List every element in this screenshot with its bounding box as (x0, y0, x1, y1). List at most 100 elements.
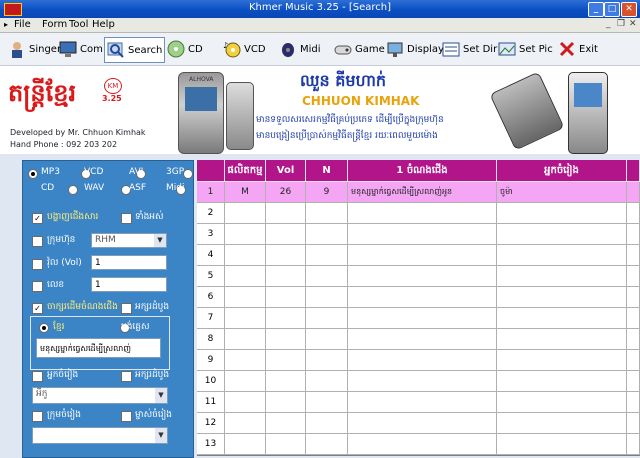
singer-first-checkbox[interactable] (121, 371, 132, 382)
row-number[interactable]: 7 (197, 308, 225, 329)
singer-select[interactable]: អីកូ ▼ (32, 387, 168, 404)
table-cell-singer[interactable] (497, 224, 627, 245)
table-cell-n[interactable] (306, 371, 348, 392)
table-cell-prod[interactable] (225, 308, 266, 329)
mdi-minimize-icon[interactable]: _ (606, 19, 611, 29)
vol-checkbox[interactable] (32, 259, 43, 270)
chevron-down-icon[interactable]: ▼ (154, 234, 166, 247)
table-cell-singer[interactable] (497, 329, 627, 350)
table-cell-singer[interactable] (497, 245, 627, 266)
game-button[interactable]: Game (332, 37, 387, 61)
table-cell-prod[interactable]: M (225, 182, 266, 203)
table-cell-vol[interactable]: 26 (266, 182, 306, 203)
table-cell-vol[interactable] (266, 329, 306, 350)
close-icon[interactable]: ✕ (621, 2, 637, 17)
table-cell-n[interactable] (306, 203, 348, 224)
table-cell-n[interactable] (306, 224, 348, 245)
vol-input[interactable]: 1 (91, 255, 167, 270)
table-cell-title[interactable] (348, 203, 497, 224)
menu-tool[interactable]: Tool (69, 19, 88, 30)
format-radio-cd[interactable] (68, 185, 78, 195)
search-button[interactable]: Search (104, 37, 166, 63)
vcd-button[interactable]: ♪ VCD (221, 37, 268, 61)
table-cell-singer[interactable] (497, 371, 627, 392)
khmer-radio[interactable] (39, 323, 49, 333)
table-cell-singer[interactable] (497, 308, 627, 329)
singer-button[interactable]: Singer (6, 37, 63, 61)
menu-form[interactable]: Form (42, 19, 67, 30)
table-cell-vol[interactable] (266, 392, 306, 413)
row-number[interactable]: 2 (197, 203, 225, 224)
show-all-checkbox[interactable] (121, 213, 132, 224)
table-cell-title[interactable] (348, 434, 497, 455)
table-cell-prod[interactable] (225, 392, 266, 413)
table-cell-prod[interactable] (225, 413, 266, 434)
table-cell-title[interactable] (348, 308, 497, 329)
table-cell-n[interactable] (306, 245, 348, 266)
table-cell-title[interactable] (348, 371, 497, 392)
group-checkbox[interactable] (32, 236, 43, 247)
exit-button[interactable]: Exit (556, 37, 600, 61)
table-cell-n[interactable] (306, 308, 348, 329)
table-cell-singer[interactable] (497, 392, 627, 413)
composer-checkbox[interactable] (32, 411, 43, 422)
column-header[interactable]: Vol (266, 160, 306, 182)
table-cell-prod[interactable] (225, 434, 266, 455)
table-cell-vol[interactable] (266, 266, 306, 287)
table-cell-vol[interactable] (266, 371, 306, 392)
column-header[interactable]: អ្នកចំរៀង (497, 160, 627, 182)
table-cell-vol[interactable] (266, 287, 306, 308)
row-number[interactable]: 10 (197, 371, 225, 392)
table-cell-singer[interactable] (497, 266, 627, 287)
row-number[interactable]: 9 (197, 350, 225, 371)
table-cell-prod[interactable] (225, 245, 266, 266)
number-input[interactable]: 1 (91, 277, 167, 292)
table-cell-vol[interactable] (266, 308, 306, 329)
format-radio-3gp[interactable] (183, 169, 193, 179)
row-number[interactable]: 8 (197, 329, 225, 350)
table-cell-n[interactable] (306, 434, 348, 455)
table-cell-prod[interactable] (225, 266, 266, 287)
title-search-input[interactable]: មនុស្សម្នាក់ធ្វេសដើម្បីស្រលាញ់ (36, 338, 161, 358)
set-dir-button[interactable]: Set Dir (440, 37, 499, 61)
table-cell-title[interactable] (348, 329, 497, 350)
table-cell-n[interactable]: 9 (306, 182, 348, 203)
table-cell-singer[interactable] (497, 413, 627, 434)
chevron-down-icon[interactable]: ▼ (155, 428, 167, 443)
table-cell-n[interactable] (306, 266, 348, 287)
column-header[interactable]: N (306, 160, 348, 182)
table-cell-title[interactable] (348, 287, 497, 308)
table-cell-vol[interactable] (266, 203, 306, 224)
table-cell-title[interactable] (348, 266, 497, 287)
com-button[interactable]: Com (57, 37, 105, 61)
table-cell-n[interactable] (306, 329, 348, 350)
menu-file[interactable]: File (14, 19, 31, 30)
row-number[interactable]: 3 (197, 224, 225, 245)
maximize-icon[interactable]: □ (604, 2, 620, 17)
table-cell-prod[interactable] (225, 287, 266, 308)
format-radio-mp3[interactable] (28, 169, 38, 179)
table-cell-vol[interactable] (266, 434, 306, 455)
table-cell-n[interactable] (306, 287, 348, 308)
title-first-checkbox[interactable] (121, 303, 132, 314)
composer-select[interactable]: ▼ (32, 427, 168, 444)
column-header[interactable]: ផលិតកម្ម (225, 160, 266, 182)
set-pic-button[interactable]: Set Pic (496, 37, 555, 61)
table-cell-n[interactable] (306, 350, 348, 371)
table-cell-n[interactable] (306, 413, 348, 434)
row-number[interactable]: 1 (197, 182, 225, 203)
row-number[interactable]: 4 (197, 245, 225, 266)
row-number[interactable]: 12 (197, 413, 225, 434)
singer-checkbox[interactable] (32, 371, 43, 382)
table-cell-singer[interactable] (497, 434, 627, 455)
row-number[interactable]: 5 (197, 266, 225, 287)
table-cell-n[interactable] (306, 392, 348, 413)
table-cell-title[interactable] (348, 350, 497, 371)
minimize-icon[interactable]: _ (588, 2, 604, 17)
table-cell-title[interactable] (348, 392, 497, 413)
table-cell-title[interactable] (348, 413, 497, 434)
row-number[interactable]: 11 (197, 392, 225, 413)
mdi-close-icon[interactable]: ✕ (629, 19, 637, 29)
column-header[interactable]: 1 ចំណងជើង (348, 160, 497, 182)
chevron-down-icon[interactable]: ▼ (155, 388, 167, 403)
